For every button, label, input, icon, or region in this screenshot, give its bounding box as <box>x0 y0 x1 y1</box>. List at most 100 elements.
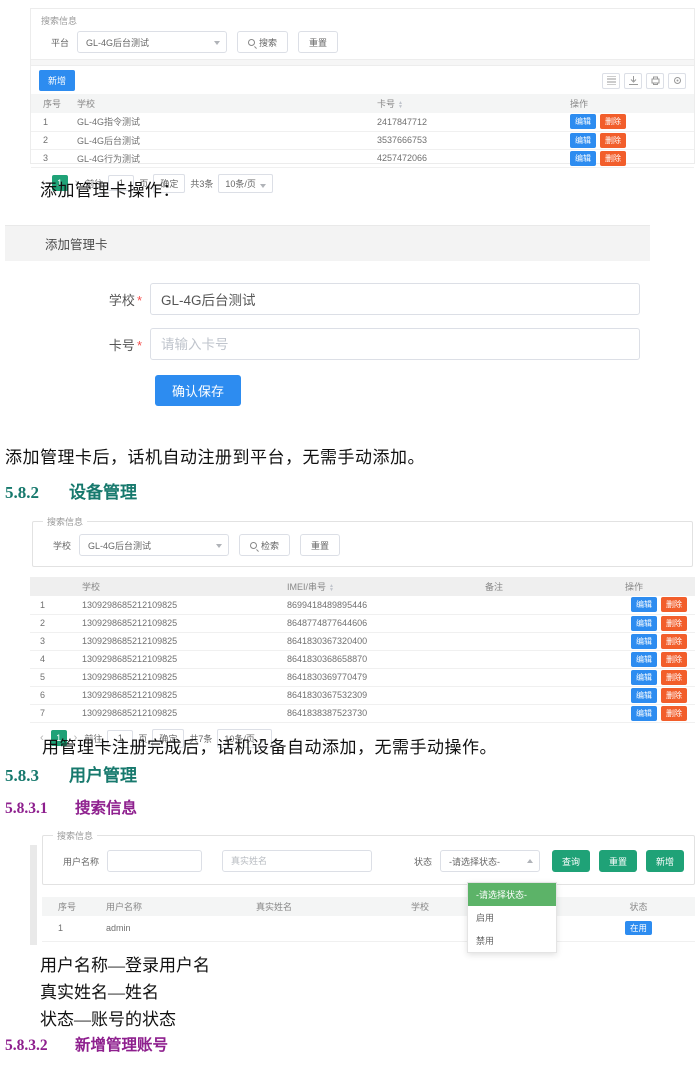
status-select[interactable]: -请选择状态- <box>440 850 540 872</box>
note-line: 真实姓名—姓名 <box>40 979 210 1006</box>
note-line: 用户名称—登录用户名 <box>40 952 210 979</box>
print-icon[interactable] <box>646 73 664 89</box>
table-row: 1 admin 在用 <box>42 916 695 941</box>
col-index: 序号 <box>31 94 73 113</box>
note-line: 状态—账号的状态 <box>40 1006 210 1033</box>
divider <box>31 59 694 66</box>
edit-button[interactable]: 编辑 <box>631 670 657 685</box>
edit-button[interactable]: 编辑 <box>631 706 657 721</box>
edit-button[interactable]: 编辑 <box>631 616 657 631</box>
card-number-field[interactable] <box>150 328 640 360</box>
edit-button[interactable]: 编辑 <box>570 133 596 148</box>
delete-button[interactable]: 删除 <box>661 670 687 685</box>
query-button[interactable]: 查询 <box>552 850 590 872</box>
username-label: 用户名称 <box>63 855 99 868</box>
add-user-button[interactable]: 新增 <box>646 850 684 872</box>
chevron-up-icon <box>527 859 533 863</box>
delete-button[interactable]: 删除 <box>661 688 687 703</box>
reset-button[interactable]: 重置 <box>300 534 340 556</box>
table-row: 4 1309298685212109825 8641830368658870 编… <box>30 650 695 668</box>
search-icon <box>248 39 255 46</box>
dropdown-option[interactable]: 启用 <box>468 906 556 929</box>
delete-button[interactable]: 删除 <box>661 652 687 667</box>
col-status: 状态 <box>582 897 695 916</box>
screenshot-user-management: 搜索信息 用户名称 状态 -请选择状态- 查询 重置 新增 <box>30 835 695 948</box>
device-table: 学校 IMEI/串号 备注 操作 1 1309298685212109825 8… <box>30 577 695 723</box>
school-label: 学校 <box>53 539 71 552</box>
platform-label: 平台 <box>51 36 69 49</box>
col-school: 学校 <box>73 94 373 113</box>
search-legend: 搜索信息 <box>41 14 684 27</box>
table-row: 3 GL-4G行为测试 4257472066 编辑删除 <box>31 149 694 167</box>
table-row: 3 1309298685212109825 8641830367320400 编… <box>30 632 695 650</box>
delete-button[interactable]: 删除 <box>661 634 687 649</box>
manual-page: 搜索信息 平台 GL-4G后台测试 搜索 重置 新增 <box>0 0 700 1068</box>
delete-button[interactable]: 删除 <box>600 133 626 148</box>
delete-button[interactable]: 删除 <box>600 151 626 166</box>
status-dropdown: -请选择状态- 启用 禁用 <box>467 882 557 953</box>
download-icon[interactable] <box>624 73 642 89</box>
table-row: 5 1309298685212109825 8641830369770479 编… <box>30 668 695 686</box>
col-imei[interactable]: IMEI/串号 <box>283 577 481 596</box>
status-select-value: -请选择状态- <box>449 855 500 868</box>
school-select[interactable]: GL-4G后台测试 <box>79 534 229 556</box>
device-search-area: 搜索信息 学校 GL-4G后台测试 检索 重置 <box>32 521 693 567</box>
heading-5-8-3: 5.8.3用户管理 <box>5 761 137 786</box>
col-username: 用户名称 <box>102 897 252 916</box>
para-after-add: 添加管理卡后，话机自动注册到平台，无需手动添加。 <box>5 443 425 468</box>
heading-5-8-3-1: 5.8.3.1搜索信息 <box>5 796 137 818</box>
para-add-card-op: 添加管理卡操作： <box>40 176 180 201</box>
panel-title: 添加管理卡 <box>45 234 108 253</box>
heading-5-8-2: 5.8.2设备管理 <box>5 478 137 503</box>
edit-button[interactable]: 编辑 <box>631 688 657 703</box>
search-button[interactable]: 检索 <box>239 534 290 556</box>
confirm-save-button[interactable]: 确认保存 <box>155 375 241 406</box>
chevron-down-icon <box>216 544 222 548</box>
search-legend: 搜索信息 <box>53 829 97 842</box>
screenshot-device-management: 搜索信息 学校 GL-4G后台测试 检索 重置 学校 <box>30 515 695 717</box>
edit-button[interactable]: 编辑 <box>631 597 657 612</box>
table-row: 2 GL-4G后台测试 3537666753 编辑删除 <box>31 131 694 149</box>
grid-icon[interactable] <box>602 73 620 89</box>
table-row: 1 1309298685212109825 8699418489895446 编… <box>30 596 695 614</box>
platform-select-value: GL-4G后台测试 <box>86 36 149 49</box>
add-card-button[interactable]: 新增 <box>39 70 75 91</box>
edit-button[interactable]: 编辑 <box>631 634 657 649</box>
status-label: 状态 <box>414 855 432 868</box>
card-search-area: 搜索信息 平台 GL-4G后台测试 搜索 重置 <box>31 9 694 59</box>
delete-button[interactable]: 删除 <box>600 114 626 129</box>
page-size-select[interactable]: 10条/页 <box>218 174 273 193</box>
col-school: 学校 <box>58 577 283 596</box>
platform-select[interactable]: GL-4G后台测试 <box>77 31 227 53</box>
username-input[interactable] <box>107 850 202 872</box>
dropdown-option[interactable]: 禁用 <box>468 929 556 952</box>
card-table: 序号 学校 卡号 操作 1 GL-4G指令测试 2417847712 编辑删除 … <box>31 94 694 168</box>
reset-button[interactable]: 重置 <box>298 31 338 53</box>
col-card[interactable]: 卡号 <box>373 94 566 113</box>
dropdown-option[interactable]: -请选择状态- <box>468 883 556 906</box>
table-row: 2 1309298685212109825 8648774877644606 编… <box>30 614 695 632</box>
col-remark: 备注 <box>481 577 621 596</box>
sort-icon <box>398 101 403 109</box>
settings-icon[interactable] <box>668 73 686 89</box>
delete-button[interactable]: 删除 <box>661 597 687 612</box>
search-button[interactable]: 搜索 <box>237 31 288 53</box>
delete-button[interactable]: 删除 <box>661 706 687 721</box>
table-row: 7 1309298685212109825 8641838387523730 编… <box>30 704 695 722</box>
delete-button[interactable]: 删除 <box>661 616 687 631</box>
edit-button[interactable]: 编辑 <box>631 652 657 667</box>
reset-button[interactable]: 重置 <box>599 850 637 872</box>
col-action: 操作 <box>621 577 695 596</box>
edit-button[interactable]: 编辑 <box>570 114 596 129</box>
school-field[interactable] <box>150 283 640 315</box>
field-notes: 用户名称—登录用户名 真实姓名—姓名 状态—账号的状态 <box>40 952 210 1033</box>
add-card-panel: 添加管理卡 学校* 卡号* 确认保存 <box>5 225 650 261</box>
search-legend: 搜索信息 <box>43 515 87 528</box>
table-row: 1 GL-4G指令测试 2417847712 编辑删除 <box>31 113 694 131</box>
table-row: 6 1309298685212109825 8641830367532309 编… <box>30 686 695 704</box>
edit-button[interactable]: 编辑 <box>570 151 596 166</box>
sort-icon <box>329 584 334 592</box>
realname-input[interactable] <box>222 850 372 872</box>
scrollbar-strip <box>30 845 37 945</box>
school-label: 学校* <box>5 290 150 309</box>
